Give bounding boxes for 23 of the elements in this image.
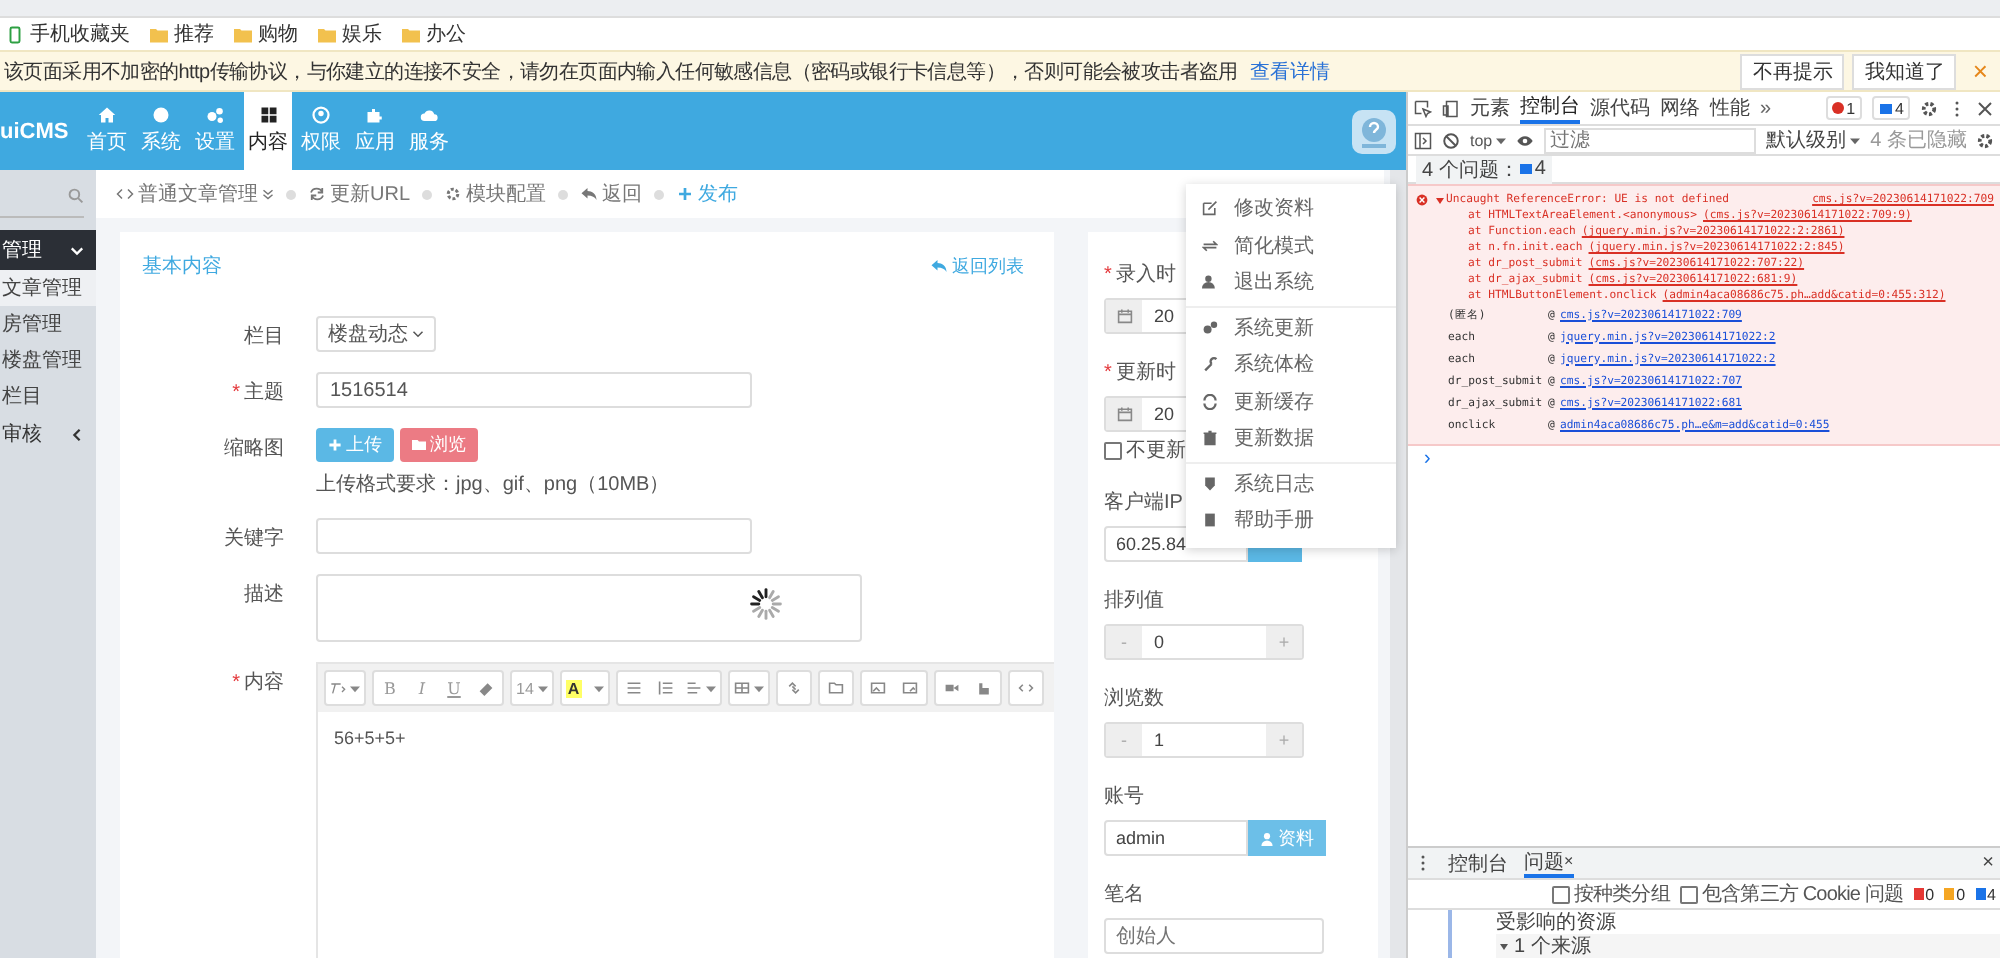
field-label: * 主题 [230, 379, 284, 406]
section-title: 基本内容 [142, 253, 222, 280]
upload-hint: 上传格式要求：jpg、gif、png（10MB） [316, 471, 670, 498]
field-label: * 录入时 [1104, 261, 1176, 288]
field-label: 笔名 [1104, 882, 1144, 908]
issue-count: 0 [1944, 885, 1966, 903]
field-label: 栏目 [242, 323, 284, 350]
field-label: 浏览数 [1104, 685, 1164, 712]
stepper-value: 0 [1152, 630, 1167, 656]
warning-message: 该页面采用不加密的http传输协议，与你建立的连接不安全，请勿在页面内输入任何敏感信息（密码或银行卡信息等），否则可能会被攻击者盗用 [4, 59, 1238, 85]
field-label: * 更新时 [1104, 359, 1176, 386]
hidden-count: 4 条已隐藏 [1870, 127, 1967, 154]
issue-count: 0 [1913, 885, 1935, 903]
field-label: 账号 [1104, 783, 1144, 810]
logo: uiCMS [0, 119, 71, 143]
field-label: 排列值 [1104, 587, 1164, 614]
field-label: * 内容 [230, 669, 284, 696]
field-label: 描述 [242, 581, 284, 608]
field-label: 客户端IP [1104, 489, 1183, 516]
issue-count: 4 [1975, 885, 1996, 903]
field-label: 关键字 [222, 525, 284, 552]
field-label: 缩略图 [222, 435, 284, 462]
stepper-value: 1 [1152, 728, 1167, 754]
